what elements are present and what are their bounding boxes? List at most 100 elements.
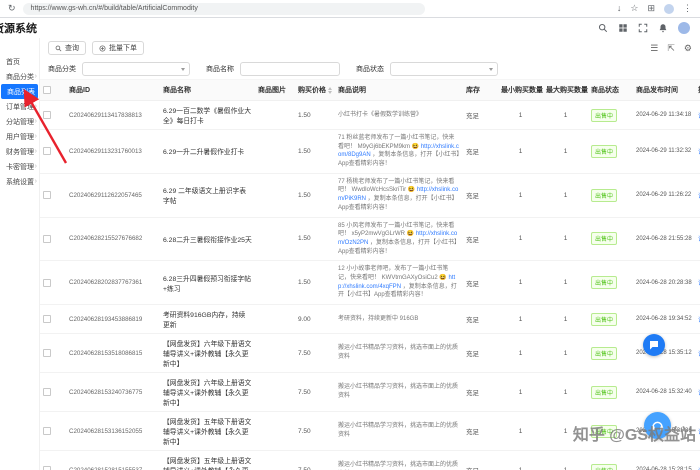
main-content: 查询 批量下单 ☰ ⇱ ⚙ 商品分类 商品名称 商品状态 商品ID 商品名称 商… [40, 38, 700, 470]
status-badge: 出售中 [591, 346, 618, 360]
max-buy-cell: 1 [543, 450, 588, 470]
min-buy-cell: 1 [498, 411, 543, 451]
name-input[interactable] [240, 61, 340, 76]
sidebar-item[interactable]: 系统设置 › [0, 174, 39, 189]
row-checkbox[interactable] [43, 427, 51, 435]
column-header[interactable]: 最小购买数量 [498, 80, 543, 101]
description-cell: 12 小小故事老师吧，发布了一篇小红书笔记，快来看吧！ KWVtmGAXyOsi… [335, 260, 463, 305]
status-select[interactable] [390, 61, 498, 76]
sidebar-item-label: 用户管理 [6, 133, 34, 141]
search-icon[interactable] [598, 23, 608, 33]
bell-icon[interactable] [658, 23, 668, 33]
column-header[interactable]: 最大购买数量 [543, 80, 588, 101]
browser-menu-icon[interactable]: ⋮ [683, 4, 692, 13]
row-checkbox[interactable] [43, 349, 51, 357]
description-cell: 搬运小红书精品学习资料，挑选市面上的优质资料 [335, 333, 463, 373]
publish-time-cell: 2024-06-29 11:32:32 [633, 129, 695, 174]
refresh-icon[interactable]: ↻ [8, 4, 16, 13]
detail-link[interactable]: 详情 [695, 333, 700, 373]
bookmark-star-icon[interactable]: ☆ [630, 4, 638, 13]
sidebar-item-label: 首页 [6, 58, 20, 66]
status-badge: 出售中 [591, 312, 618, 326]
download-icon[interactable]: ↓ [617, 4, 622, 13]
select-all-checkbox[interactable] [43, 86, 51, 94]
sidebar-item-label: 卡密管理 [6, 163, 34, 171]
sidebar-item[interactable]: 分站管理 › [0, 114, 39, 129]
row-checkbox[interactable] [43, 234, 51, 243]
row-select-cell [40, 129, 66, 174]
column-header: 商品发布时间 [633, 80, 695, 101]
commodity-id-cell: C20240628215527676682 [66, 217, 160, 262]
detail-link[interactable]: 详情 [695, 217, 700, 262]
status-badge: 出售中 [591, 232, 618, 246]
expand-icon[interactable]: ⇱ [667, 43, 675, 53]
sidebar-item[interactable]: 首页 [0, 54, 39, 69]
status-badge: 出售中 [591, 144, 618, 158]
table-row: C20240629113417838813 6.29一百二数学《暑假作业大全》每日… [40, 100, 700, 130]
commodity-image-cell [255, 372, 295, 412]
max-buy-cell: 1 [543, 100, 588, 130]
column-header: 操作 [695, 80, 700, 101]
detail-link[interactable]: 详情 [695, 450, 700, 470]
row-checkbox[interactable] [43, 388, 51, 396]
max-buy-cell: 1 [543, 129, 588, 174]
extensions-icon[interactable]: ⊞ [647, 4, 655, 13]
column-header-label: 商品发布时间 [636, 87, 678, 94]
row-select-cell [40, 411, 66, 451]
detail-link[interactable]: 详情 [695, 260, 700, 305]
sidebar-item[interactable]: 用户管理 › [0, 129, 39, 144]
commodity-name-cell: 6.28三升四暑假预习衔接字帖+练习 [160, 260, 255, 305]
sidebar-item-label: 订单管理 [6, 103, 34, 111]
row-checkbox[interactable] [43, 466, 51, 470]
density-icon[interactable]: ☰ [650, 43, 658, 53]
sidebar-item[interactable]: 商品分类 › [0, 69, 39, 84]
table-row: C20240628193453886819 考研资料916GB内存，持续更新 9.0… [40, 304, 700, 334]
row-select-cell [40, 100, 66, 130]
row-checkbox[interactable] [43, 111, 51, 119]
stock-cell: 充足 [463, 333, 498, 373]
max-buy-cell: 1 [543, 372, 588, 412]
sidebar-item[interactable]: 订单管理 › [0, 99, 39, 114]
row-checkbox[interactable] [43, 278, 51, 287]
batch-order-button[interactable]: 批量下单 [92, 41, 144, 55]
row-checkbox[interactable] [43, 315, 51, 323]
chevron-right-icon: › [34, 148, 37, 155]
row-select-cell [40, 304, 66, 334]
row-checkbox[interactable] [43, 147, 51, 156]
stock-cell: 充足 [463, 100, 498, 130]
column-header: 商品ID [66, 80, 160, 101]
status-cell: 出售中 [588, 129, 633, 174]
table-row: C20240628153240736775 【网盘发货】六年级上册语文辅导讲义+课… [40, 372, 700, 412]
sort-icon[interactable] [328, 86, 332, 94]
column-settings-icon[interactable]: ⚙ [684, 43, 692, 53]
row-checkbox[interactable] [43, 191, 51, 200]
commodity-image-cell [255, 411, 295, 451]
sidebar-item[interactable]: 财务管理 › [0, 144, 39, 159]
price-cell: 7.50 [295, 333, 335, 373]
detail-link[interactable]: 详情 [695, 100, 700, 130]
commodity-image-cell [255, 333, 295, 373]
browser-profile-avatar[interactable] [664, 3, 674, 14]
price-cell: 1.50 [295, 260, 335, 305]
price-cell: 7.50 [295, 450, 335, 470]
commodity-name-cell: 考研资料916GB内存，持续更新 [160, 304, 255, 334]
user-avatar[interactable] [678, 22, 690, 34]
row-select-cell [40, 217, 66, 262]
sidebar-item[interactable]: 商品列表 [1, 84, 38, 99]
category-select[interactable] [82, 61, 190, 76]
address-bar[interactable]: https://www.gs-wh.cn/#/build/table/Artif… [22, 2, 425, 15]
sidebar-item[interactable]: 卡密管理 › [0, 159, 39, 174]
fullscreen-icon[interactable] [638, 23, 648, 33]
grid-icon[interactable] [618, 23, 628, 33]
detail-link[interactable]: 详情 [695, 372, 700, 412]
column-header[interactable]: 购买价格 [295, 80, 335, 101]
description-cell: 71 粉丝蓝老师发布了一篇小红书笔记，快来看吧！ M9yGj6bEKPM9km … [335, 129, 463, 174]
query-button[interactable]: 查询 [48, 41, 86, 55]
detail-link[interactable]: 详情 [695, 304, 700, 334]
publish-time-cell: 2024-06-29 11:34:18 [633, 100, 695, 130]
chat-float-button[interactable] [643, 334, 665, 356]
detail-link[interactable]: 详情 [695, 129, 700, 174]
column-header: 商品状态 [588, 80, 633, 101]
status-cell: 出售中 [588, 372, 633, 412]
detail-link[interactable]: 详情 [695, 173, 700, 218]
